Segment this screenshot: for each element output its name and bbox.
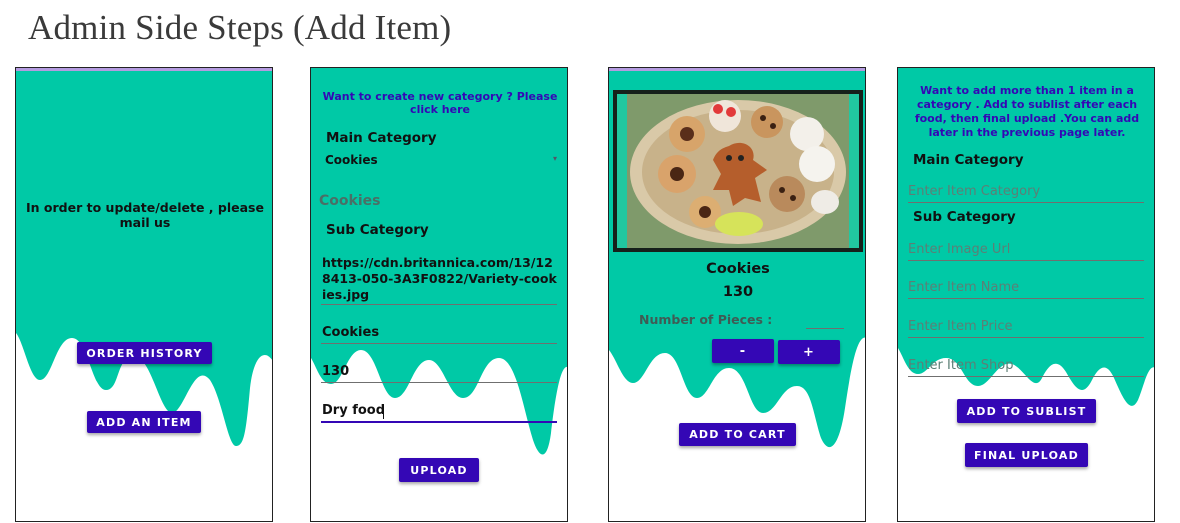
item-name-value: Cookies: [322, 325, 380, 340]
item-name-input[interactable]: Enter Item Name: [908, 278, 1144, 299]
sub-category-label: Sub Category: [913, 209, 1016, 225]
image-url-value: https://cdn.britannica.com/13/128413-050…: [322, 255, 557, 302]
item-price-input[interactable]: Enter Item Price: [908, 317, 1144, 338]
item-shop-placeholder: Enter Item Shop: [908, 358, 1014, 373]
pieces-input[interactable]: [806, 314, 844, 329]
item-category-placeholder: Enter Item Category: [908, 184, 1041, 199]
sublist-info-text: Want to add more than 1 item in a catego…: [914, 84, 1140, 139]
text-cursor: [383, 404, 384, 419]
main-category-dropdown[interactable]: Cookies ▾: [323, 152, 559, 170]
product-image: [613, 90, 863, 252]
item-price-placeholder: Enter Item Price: [908, 319, 1013, 334]
teal-drip-background: [16, 68, 272, 446]
increment-button[interactable]: +: [778, 340, 840, 364]
item-name-field[interactable]: Cookies: [321, 323, 557, 344]
item-category-input[interactable]: Enter Item Category: [908, 182, 1144, 203]
status-bar-line: [16, 68, 272, 71]
final-upload-button[interactable]: FINAL UPLOAD: [965, 443, 1088, 467]
image-url-input[interactable]: Enter Image Url: [908, 240, 1144, 261]
add-to-sublist-button[interactable]: ADD TO SUBLIST: [957, 399, 1096, 423]
item-price-field[interactable]: 130: [321, 362, 557, 383]
main-category-label: Main Category: [326, 130, 437, 146]
item-shop-value: Dry food: [322, 403, 386, 418]
order-history-button[interactable]: ORDER HISTORY: [77, 342, 212, 364]
mail-us-message: In order to update/delete , please mail …: [26, 200, 264, 230]
screen-admin-menu: In order to update/delete , please mail …: [15, 67, 273, 522]
page-heading: Admin Side Steps (Add Item): [28, 8, 452, 47]
add-an-item-button[interactable]: ADD AN ITEM: [87, 411, 201, 433]
screen-add-item-form: Want to create new category ? Please cli…: [310, 67, 568, 522]
image-url-field[interactable]: https://cdn.britannica.com/13/128413-050…: [321, 255, 557, 305]
item-shop-input[interactable]: Enter Item Shop: [908, 356, 1144, 377]
item-name-placeholder: Enter Item Name: [908, 280, 1020, 295]
decrement-button[interactable]: -: [712, 339, 774, 363]
main-category-label: Main Category: [913, 152, 1024, 168]
product-price: 130: [722, 284, 754, 300]
item-shop-field[interactable]: Dry food: [321, 401, 557, 423]
screen-product-detail: Cookies 130 Number of Pieces : - + ADD T…: [608, 67, 866, 522]
add-to-cart-button[interactable]: ADD TO CART: [679, 423, 796, 446]
chevron-down-icon: ▾: [552, 154, 557, 163]
upload-button[interactable]: UPLOAD: [399, 458, 479, 482]
create-category-link[interactable]: Want to create new category ? Please cli…: [321, 90, 559, 116]
main-category-selected: Cookies: [325, 153, 378, 167]
main-category-echo: Cookies: [319, 193, 381, 209]
item-price-value: 130: [322, 364, 350, 379]
sub-category-label: Sub Category: [326, 222, 429, 238]
status-bar-line: [609, 68, 865, 71]
product-name: Cookies: [706, 261, 770, 277]
screen-add-sublist: Want to add more than 1 item in a catego…: [897, 67, 1155, 522]
cookies-photo-icon: [617, 94, 859, 248]
pieces-label: Number of Pieces :: [639, 312, 773, 327]
image-url-placeholder: Enter Image Url: [908, 242, 1011, 257]
